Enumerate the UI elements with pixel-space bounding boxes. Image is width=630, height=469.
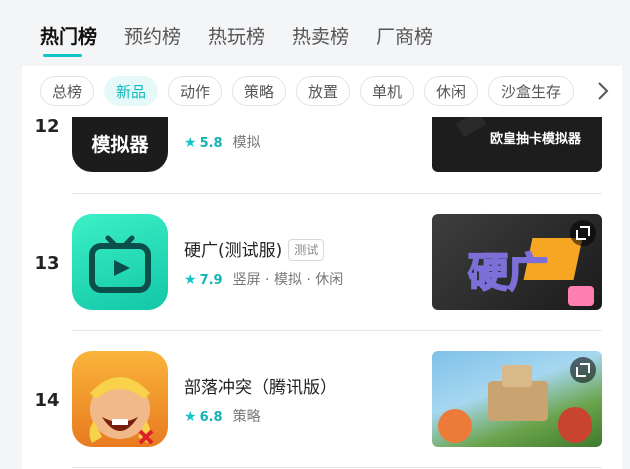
tab-hot-play[interactable]: 热玩榜 <box>208 22 265 49</box>
barbarian-icon <box>89 377 154 445</box>
game-tags: 策略 <box>232 409 261 425</box>
chip-single[interactable]: 单机 <box>360 76 414 106</box>
screenshot-caption: 硬广 <box>467 249 549 297</box>
rank-number: 12 <box>34 116 60 137</box>
star-icon: ★ <box>184 272 197 288</box>
screenshot-decor <box>438 409 472 443</box>
tab-hot[interactable]: 热门榜 <box>40 22 97 49</box>
tab-reserve[interactable]: 预约榜 <box>124 22 181 49</box>
chip-sandbox[interactable]: 沙盒生存 <box>488 76 574 106</box>
game-title-text: 硬广(测试服) <box>184 241 283 261</box>
screenshot-decor <box>502 365 532 387</box>
game-icon-yingguang[interactable] <box>72 214 168 310</box>
expand-button[interactable] <box>570 220 596 246</box>
star-icon: ★ <box>184 409 197 425</box>
screenshot-decor <box>558 407 592 443</box>
chip-casual[interactable]: 休闲 <box>424 76 478 106</box>
game-screenshot[interactable] <box>432 351 602 447</box>
game-meta: ★ 7.9 竖屏 · 模拟 · 休闲 <box>184 269 343 289</box>
screenshot-decor <box>568 286 594 306</box>
chip-action[interactable]: 动作 <box>168 76 222 106</box>
tv-icon <box>89 235 151 293</box>
expand-button[interactable] <box>570 357 596 383</box>
game-meta: ★ 6.8 策略 <box>184 406 261 426</box>
active-tab-indicator <box>43 54 82 57</box>
game-meta: ★ 5.8 模拟 <box>184 132 261 152</box>
game-tags: 模拟 <box>232 135 261 151</box>
test-badge: 测试 <box>288 239 325 261</box>
game-screenshot[interactable]: 硬广 <box>432 214 602 310</box>
game-icon-label: 模拟器 <box>91 134 149 156</box>
game-icon-clash-of-clans[interactable] <box>72 351 168 447</box>
chip-strategy[interactable]: 策略 <box>232 76 286 106</box>
game-title[interactable]: 部落冲突（腾讯版） <box>184 373 337 398</box>
rank-list-panel: 总榜 新品 动作 策略 放置 单机 休闲 沙盒生存 12 模拟器 ★ 5.8 模拟 … <box>22 66 622 469</box>
tab-vendor[interactable]: 厂商榜 <box>376 22 433 49</box>
chips-next-button[interactable] <box>586 76 622 106</box>
row-divider <box>72 467 602 468</box>
chevron-right-icon <box>598 82 609 100</box>
chip-new[interactable]: 新品 <box>104 76 158 106</box>
rank-number: 13 <box>34 253 60 274</box>
tab-best-selling[interactable]: 热卖榜 <box>292 22 349 49</box>
game-rating: 6.8 <box>199 410 223 425</box>
category-chips: 总榜 新品 动作 策略 放置 单机 休闲 沙盒生存 <box>22 66 622 117</box>
rank-tabs: 热门榜 预约榜 热玩榜 热卖榜 厂商榜 <box>0 0 630 66</box>
game-tags: 竖屏 · 模拟 · 休闲 <box>232 272 344 288</box>
game-title[interactable]: 硬广(测试服) 测试 <box>184 236 325 261</box>
expand-icon <box>576 226 590 240</box>
star-icon: ★ <box>184 135 197 151</box>
chip-idle[interactable]: 放置 <box>296 76 350 106</box>
game-rating: 5.8 <box>199 136 223 151</box>
chip-all[interactable]: 总榜 <box>40 76 94 106</box>
screenshot-decor <box>488 381 548 421</box>
rank-number: 14 <box>34 390 60 411</box>
row-divider <box>72 330 602 331</box>
screenshot-caption: 欧皇抽卡模拟器 <box>490 132 582 147</box>
expand-icon <box>576 363 590 377</box>
game-rating: 7.9 <box>199 273 223 288</box>
row-divider <box>72 193 602 194</box>
